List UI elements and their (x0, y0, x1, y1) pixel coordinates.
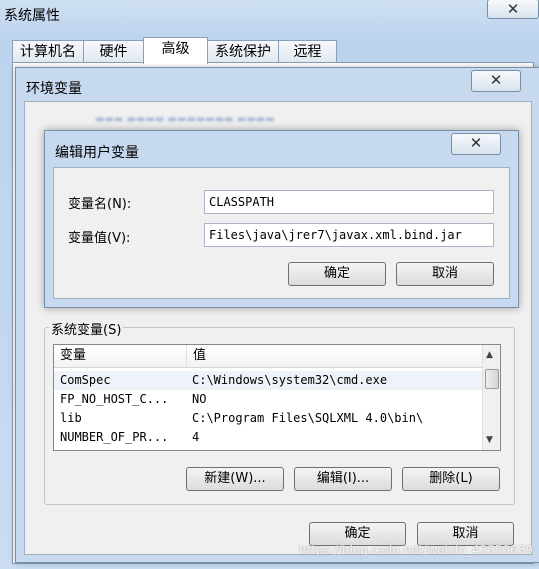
scroll-up-icon[interactable]: ▲ (486, 350, 493, 360)
variable-value-label: 变量值(V): (68, 231, 131, 246)
variable-name: lib (60, 411, 82, 425)
variable-name: ComSpec (60, 373, 111, 387)
vertical-scrollbar[interactable]: ▲ ▼ (482, 345, 500, 450)
dialog-title: 编辑用户变量 (55, 145, 139, 161)
table-row[interactable]: NUMBER_OF_PR... 4 (54, 428, 482, 447)
variable-value: NO (192, 392, 207, 406)
watermark: https://blog.csdn.net/weixin_43550639 (298, 543, 533, 557)
table-row[interactable]: FP_NO_HOST_C... NO (54, 390, 482, 409)
cancel-button[interactable]: 取消 (396, 262, 494, 286)
system-variables-label: 系统变量(S) (49, 319, 124, 338)
variable-value: C:\Windows\system32\cmd.exe (192, 373, 388, 387)
edit-variable-button[interactable]: 编辑(I)... (294, 467, 392, 491)
scroll-thumb[interactable] (485, 369, 499, 389)
variable-name-field[interactable]: CLASSPATH (204, 190, 494, 214)
tab-remote[interactable]: 远程 (278, 40, 337, 63)
close-button[interactable]: ✕ (471, 70, 521, 92)
table-row[interactable]: lib C:\Program Files\SQLXML 4.0\bin\ (54, 409, 482, 428)
close-icon: ✕ (469, 134, 483, 152)
tab-hardware[interactable]: 硬件 (83, 40, 144, 63)
variable-name-label: 变量名(N): (68, 197, 132, 212)
variable-value: C:\Program Files\SQLXML 4.0\bin\ (192, 411, 424, 425)
column-header-variable[interactable]: 变量 (54, 345, 187, 368)
window-title: 系统属性 (4, 8, 60, 24)
close-icon: ✕ (506, 0, 520, 18)
close-button[interactable]: ✕ (487, 0, 539, 19)
column-header-value[interactable]: 值 (187, 345, 482, 368)
close-icon: ✕ (489, 71, 503, 89)
table-row[interactable]: ComSpec C:\Windows\system32\cmd.exe (54, 371, 482, 390)
tab-system-protection[interactable]: 系统保护 (207, 40, 279, 63)
tab-computer-name[interactable]: 计算机名 (12, 40, 84, 63)
ok-button[interactable]: 确定 (288, 262, 386, 286)
new-variable-button[interactable]: 新建(W)... (186, 467, 284, 491)
variable-name: FP_NO_HOST_C... (60, 392, 169, 406)
close-button[interactable]: ✕ (451, 133, 501, 155)
edit-user-variable-dialog: 编辑用户变量 ✕ 变量名(N): CLASSPATH 变量值(V): Files… (44, 130, 519, 308)
obscured-text: ▬▬▬ ▬▬▬▬ ▬▬▬▬▬▬▬ ▬▬▬▬ (95, 114, 275, 125)
system-variables-list[interactable]: 变量 值 ComSpec C:\Windows\system32\cmd.exe… (53, 344, 501, 451)
dialog-body: 变量名(N): CLASSPATH 变量值(V): Files\java\jre… (53, 167, 510, 299)
tab-advanced[interactable]: 高级 (143, 37, 208, 64)
variable-value: 4 (192, 430, 200, 444)
delete-variable-button[interactable]: 删除(L) (402, 467, 500, 491)
dialog-title: 环境变量 (26, 81, 82, 97)
variable-name: NUMBER_OF_PR... (60, 430, 169, 444)
scroll-down-icon[interactable]: ▼ (486, 435, 493, 445)
variable-value-field[interactable]: Files\java\jrer7\javax.xml.bind.jar (204, 223, 494, 247)
